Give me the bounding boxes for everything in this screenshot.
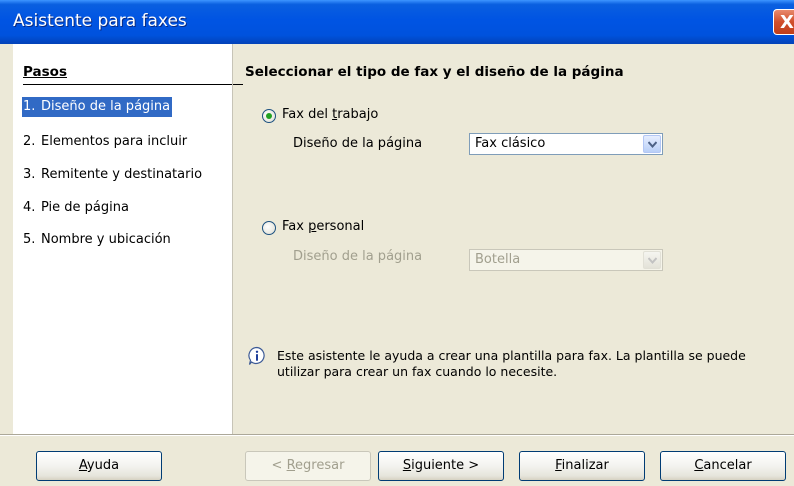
step-label: Pie de página [41,200,129,215]
step-number: 1. [23,99,36,114]
steps-heading: Pasos [23,64,67,80]
steps-panel: Pasos 1. Diseño de la página 2. Elementos … [13,44,243,434]
next-button-key: S [402,458,412,473]
page-title: Seleccionar el tipo de fax y el diseño d… [245,64,624,80]
help-button-key: A [78,458,87,473]
footer-divider-highlight [0,435,794,436]
step-label: Diseño de la página [41,99,171,114]
step-label: Elementos para incluir [41,134,188,149]
fax-wizard-dialog: Asistente para faxes X Pasos 1. Diseño de… [0,0,794,486]
step-item-name-location[interactable]: 5. Nombre y ubicación [23,230,171,250]
next-button-label: iguiente > [411,458,480,473]
steps-divider [23,84,243,85]
step-item-page-design[interactable]: 1. Diseño de la página [22,97,173,117]
personal-fax-label[interactable]: Fax personal [282,219,364,234]
personal-layout-value: Botella [475,252,521,267]
cancel-button[interactable]: Cancelar [660,451,786,481]
info-icon [248,346,265,365]
step-number: 2. [23,134,36,149]
back-button-key: R [286,458,296,473]
step-label: Nombre y ubicación [41,232,171,247]
step-number: 4. [23,200,36,215]
back-button-label: egresar [295,458,345,473]
back-button[interactable]: < Regresar [245,451,371,481]
close-button[interactable]: X [773,9,794,35]
help-button[interactable]: Ayuda [36,451,162,481]
chevron-down-icon[interactable] [643,135,661,153]
business-layout-dropdown[interactable]: Fax clásico [469,133,663,155]
business-layout-label: Diseño de la página [293,136,423,151]
step-number: 3. [23,167,36,182]
personal-fax-radio[interactable] [262,221,276,235]
business-layout-value: Fax clásico [475,136,546,151]
info-text-line-2: utilizar para crear un fax cuando lo nec… [277,364,558,379]
cancel-button-label: ancelar [703,458,752,473]
business-fax-label-post: rabajo [337,107,379,122]
step-item-footer[interactable]: 4. Pie de página [23,198,129,218]
chevron-down-icon[interactable] [643,251,661,269]
step-number: 5. [23,232,36,247]
step-label: Remitente y destinatario [41,167,203,182]
window-title: Asistente para faxes [13,11,187,31]
next-button[interactable]: Siguiente > [378,451,504,481]
step-item-elements[interactable]: 2. Elementos para incluir [23,132,187,152]
help-button-label: yuda [86,458,120,473]
business-fax-radio[interactable] [262,109,276,123]
step-item-sender-recipient[interactable]: 3. Remitente y destinatario [23,165,202,185]
personal-fax-label-post: ersonal [316,219,365,234]
finish-button[interactable]: Finalizar [519,451,645,481]
radio-selected-dot [266,113,272,119]
business-fax-label[interactable]: Fax del trabajo [282,107,378,122]
personal-layout-label: Diseño de la página [293,249,423,264]
business-fax-label-pre: Fax del [282,107,333,122]
title-bar[interactable]: Asistente para faxes X [0,0,794,44]
info-text-line-1: Este asistente le ayuda a crear una plan… [277,348,746,363]
finish-button-label: inalizar [561,458,609,473]
personal-fax-label-pre: Fax [282,219,309,234]
personal-layout-dropdown[interactable]: Botella [469,249,663,271]
panel-divider [232,44,233,434]
back-button-prefix: < [271,458,287,473]
